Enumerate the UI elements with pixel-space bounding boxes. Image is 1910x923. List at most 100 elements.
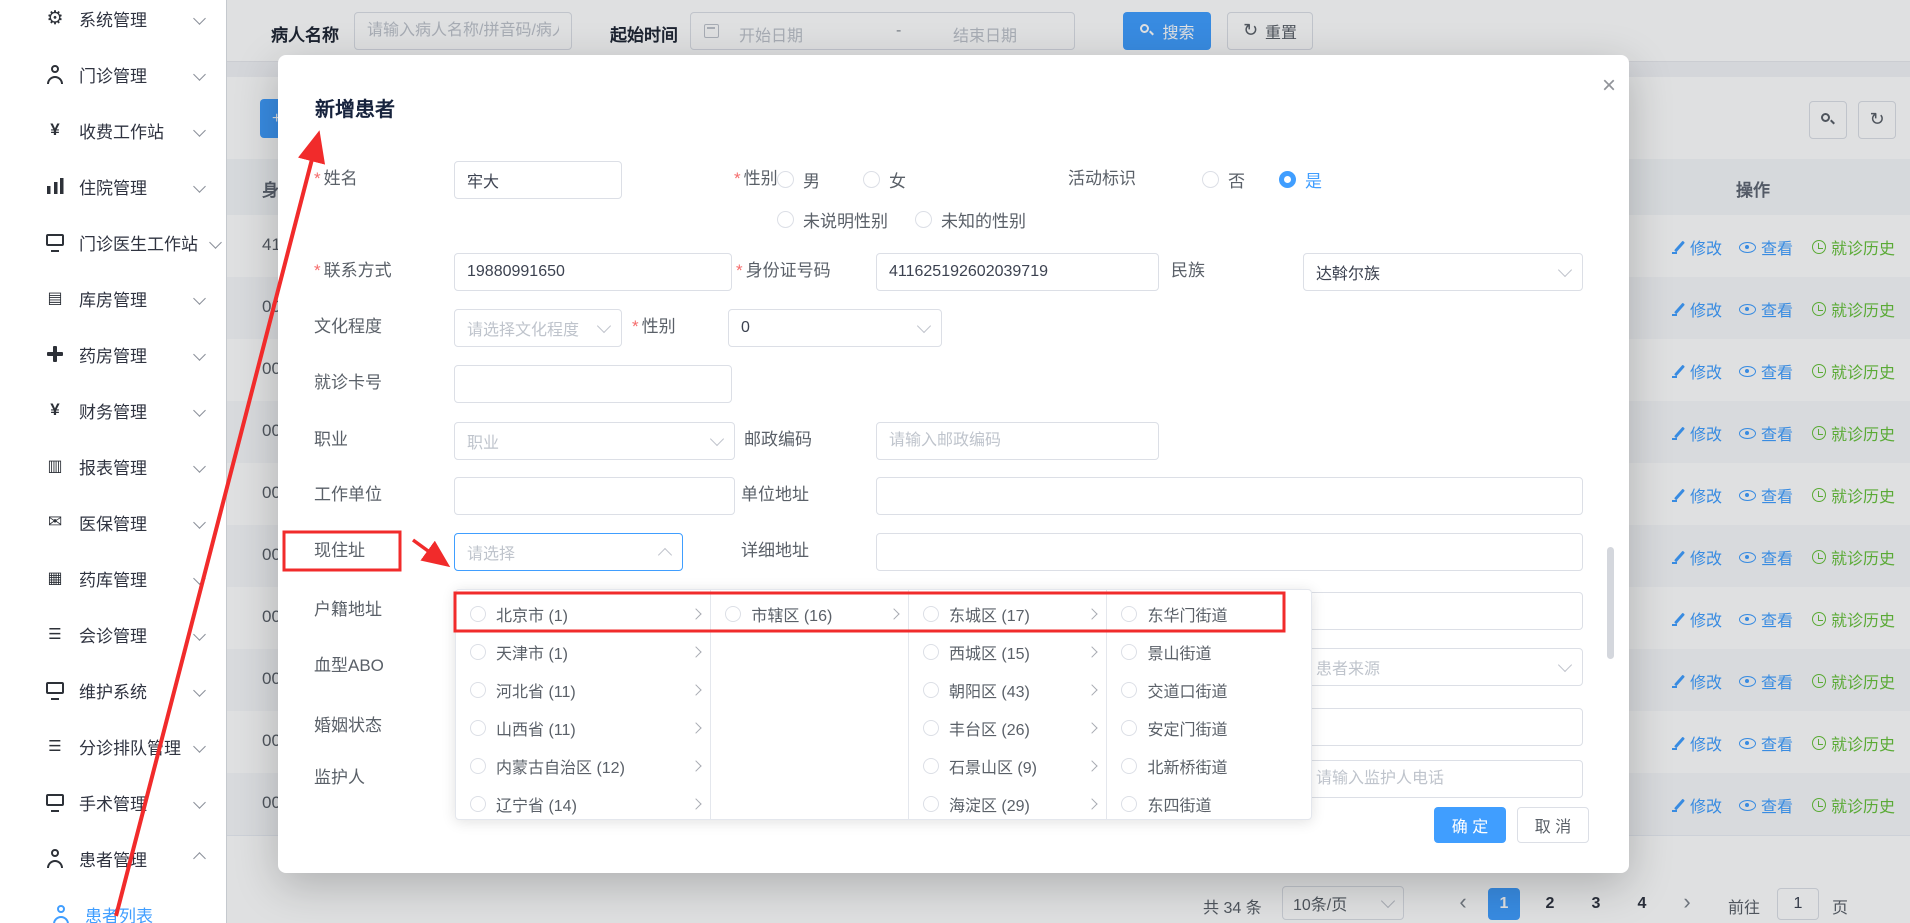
medical-cross-icon: [44, 343, 66, 365]
cascader-option[interactable]: 市辖区 (16): [711, 595, 908, 633]
cancel-button[interactable]: 取 消: [1517, 807, 1589, 843]
sidebar-item-outpatient-doctor-station[interactable]: 门诊医生工作站: [0, 214, 226, 270]
active-flag-no-radio[interactable]: 否: [1202, 167, 1245, 192]
cascader-option[interactable]: 天津市 (1): [456, 633, 710, 671]
cascader-option[interactable]: 北新桥街道: [1107, 747, 1311, 785]
sidebar-item-medical-insurance[interactable]: 医保管理: [0, 494, 226, 550]
cascader-option[interactable]: 朝阳区 (43): [909, 671, 1107, 709]
sidebar-item-outpatient[interactable]: 门诊管理: [0, 46, 226, 102]
cascader-option[interactable]: 西城区 (15): [909, 633, 1107, 671]
cascader-option[interactable]: 山西省 (11): [456, 709, 710, 747]
active-flag-yes-radio[interactable]: 是: [1279, 167, 1322, 192]
list-icon: [44, 623, 66, 645]
household-address-extra-input[interactable]: [1303, 592, 1583, 630]
chevron-down-icon: [193, 348, 206, 361]
gender-unknown-radio[interactable]: 未知的性别: [915, 207, 1026, 232]
chevron-down-icon: [193, 12, 206, 25]
sidebar-item-drug-storage[interactable]: 药库管理: [0, 550, 226, 606]
id-number-input[interactable]: [876, 253, 1159, 291]
radio-icon: [470, 720, 486, 736]
cascader-option[interactable]: 内蒙古自治区 (12): [456, 747, 710, 785]
cascader-option[interactable]: 石景山区 (9): [909, 747, 1107, 785]
sidebar-item-surgery[interactable]: 手术管理: [0, 774, 226, 830]
modal-scrollbar[interactable]: [1607, 547, 1614, 659]
required-mark: *: [632, 317, 639, 337]
sidebar-item-inpatient[interactable]: 住院管理: [0, 158, 226, 214]
contact-input[interactable]: [454, 253, 732, 291]
chevron-down-icon: [193, 740, 206, 753]
radio-icon: [1279, 171, 1296, 188]
sidebar-item-charging-station[interactable]: 收费工作站: [0, 102, 226, 158]
ethnicity-select[interactable]: 达斡尔族: [1303, 253, 1583, 291]
monitor-icon: [44, 679, 66, 701]
name-input[interactable]: [454, 161, 622, 199]
current-address-cascader[interactable]: 请选择: [454, 533, 683, 571]
sidebar: 系统管理 门诊管理 收费工作站 住院管理 门诊医生工作站 库房管理 药房管理 财…: [0, 0, 227, 923]
chevron-down-icon: [1558, 658, 1572, 672]
marital-status-extra-input[interactable]: [1303, 708, 1583, 746]
chevron-right-icon: [1087, 798, 1098, 809]
gender-male-radio[interactable]: 男: [777, 167, 820, 192]
sidebar-item-finance[interactable]: 财务管理: [0, 382, 226, 438]
chevron-right-icon: [1087, 684, 1098, 695]
gender-female-radio[interactable]: 女: [863, 167, 906, 192]
cascader-option[interactable]: 东城区 (17): [909, 595, 1107, 633]
radio-icon: [1121, 720, 1137, 736]
gender-select[interactable]: 0: [728, 309, 942, 347]
required-mark: *: [314, 169, 321, 189]
chevron-right-icon: [691, 798, 702, 809]
sidebar-item-pharmacy[interactable]: 药房管理: [0, 326, 226, 382]
cascader-option[interactable]: 东四街道: [1107, 785, 1311, 819]
name-label: *姓名: [314, 169, 358, 189]
gear-icon: [44, 7, 66, 29]
work-unit-label: 工作单位: [314, 485, 382, 505]
unit-address-input[interactable]: [876, 477, 1583, 515]
sidebar-item-warehouse[interactable]: 库房管理: [0, 270, 226, 326]
cascader-option[interactable]: 交道口街道: [1107, 671, 1311, 709]
education-select[interactable]: 请选择文化程度: [454, 309, 622, 347]
detail-address-input[interactable]: [876, 533, 1583, 571]
chevron-up-icon: [658, 547, 672, 561]
cascader-option[interactable]: 景山街道: [1107, 633, 1311, 671]
sidebar-item-patient-list[interactable]: 患者列表: [0, 886, 226, 923]
cascader-option[interactable]: 辽宁省 (14): [456, 785, 710, 819]
sidebar-item-reports[interactable]: 报表管理: [0, 438, 226, 494]
radio-icon: [863, 171, 880, 188]
cascader-option[interactable]: 东华门街道: [1107, 595, 1311, 633]
postal-code-input[interactable]: [876, 422, 1159, 460]
chevron-down-icon: [193, 516, 206, 529]
sidebar-item-triage-queue[interactable]: 分诊排队管理: [0, 718, 226, 774]
cascader-option[interactable]: 丰台区 (26): [909, 709, 1107, 747]
chevron-down-icon: [193, 180, 206, 193]
gender-unspecified-radio[interactable]: 未说明性别: [777, 207, 888, 232]
chevron-right-icon: [1087, 646, 1098, 657]
monitor-icon: [44, 791, 66, 813]
sidebar-item-maintenance[interactable]: 维护系统: [0, 662, 226, 718]
cascader-option[interactable]: 河北省 (11): [456, 671, 710, 709]
work-unit-input[interactable]: [454, 477, 735, 515]
gender-label: *性别: [734, 169, 778, 189]
chevron-right-icon: [691, 722, 702, 733]
cascader-option[interactable]: 北京市 (1): [456, 595, 710, 633]
active-flag-label: 活动标识: [1068, 169, 1136, 189]
chevron-down-icon: [193, 460, 206, 473]
current-address-label: 现住址: [314, 541, 365, 561]
occupation-select[interactable]: 职业: [454, 422, 735, 460]
cascader-street-column: 东华门街道 景山街道 交道口街道 安定门街道 北新桥街道 东四街道: [1107, 590, 1311, 819]
chevron-right-icon: [1087, 760, 1098, 771]
close-icon[interactable]: [1594, 71, 1624, 101]
visit-card-input[interactable]: [454, 365, 732, 403]
radio-icon: [470, 644, 486, 660]
sidebar-item-patient[interactable]: 患者管理: [0, 830, 226, 886]
patient-source-select[interactable]: 患者来源: [1303, 648, 1583, 686]
cascader-option[interactable]: 海淀区 (29): [909, 785, 1107, 819]
required-mark: *: [734, 169, 741, 189]
radio-icon: [923, 720, 939, 736]
guardian-phone-input[interactable]: [1303, 760, 1583, 798]
sidebar-item-system[interactable]: 系统管理: [0, 0, 226, 46]
chevron-right-icon: [691, 646, 702, 657]
cascader-district-column: 东城区 (17) 西城区 (15) 朝阳区 (43) 丰台区 (26) 石景山区…: [909, 590, 1108, 819]
confirm-button[interactable]: 确 定: [1434, 807, 1506, 843]
cascader-option[interactable]: 安定门街道: [1107, 709, 1311, 747]
sidebar-item-consultation[interactable]: 会诊管理: [0, 606, 226, 662]
